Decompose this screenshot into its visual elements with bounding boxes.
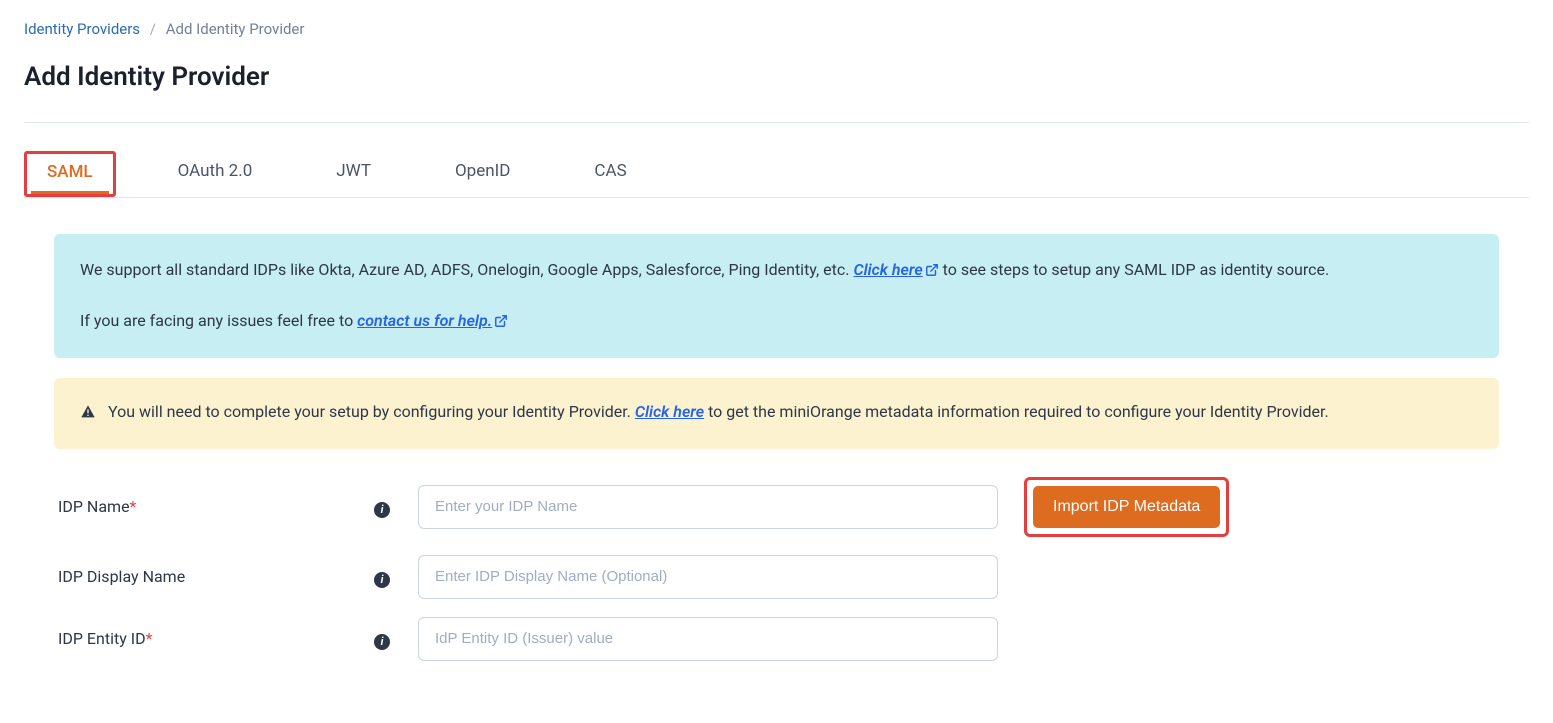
- required-indicator: *: [146, 629, 153, 648]
- idp-name-label: IDP Name*: [54, 497, 374, 516]
- idp-entity-id-label: IDP Entity ID*: [54, 629, 374, 648]
- info-icon[interactable]: i: [374, 634, 390, 650]
- external-link-icon: [925, 258, 939, 285]
- info-text-1-post: to see steps to setup any SAML IDP as id…: [939, 260, 1330, 279]
- tab-oauth[interactable]: OAuth 2.0: [156, 151, 275, 197]
- action-col: Import IDP Metadata: [1024, 477, 1229, 537]
- warning-icon: [80, 398, 96, 428]
- tab-cas[interactable]: CAS: [572, 151, 648, 197]
- tab-jwt[interactable]: JWT: [314, 151, 393, 197]
- warning-link-click-here[interactable]: Click here: [635, 402, 704, 421]
- form-row-idp-entity-id: IDP Entity ID* i: [54, 617, 1499, 661]
- content-area: We support all standard IDPs like Okta, …: [24, 198, 1529, 661]
- info-icon-col: i: [374, 496, 418, 518]
- breadcrumb: Identity Providers / Add Identity Provid…: [24, 20, 1529, 38]
- info-text-1-pre: We support all standard IDPs like Okta, …: [80, 260, 853, 279]
- import-btn-highlight: Import IDP Metadata: [1024, 477, 1229, 537]
- idp-display-name-input[interactable]: [418, 555, 998, 599]
- info-link-contact-us[interactable]: contact us for help.: [357, 311, 508, 330]
- tab-saml[interactable]: SAML: [27, 154, 113, 194]
- tab-openid[interactable]: OpenID: [433, 151, 532, 197]
- breadcrumb-current: Add Identity Provider: [166, 20, 305, 38]
- info-icon[interactable]: i: [374, 572, 390, 588]
- info-box: We support all standard IDPs like Okta, …: [54, 234, 1499, 358]
- form-row-idp-display-name: IDP Display Name i: [54, 555, 1499, 599]
- breadcrumb-root-link[interactable]: Identity Providers: [24, 20, 140, 38]
- form-row-idp-name: IDP Name* i Import IDP Metadata: [54, 477, 1499, 537]
- warning-box: You will need to complete your setup by …: [54, 378, 1499, 448]
- warning-text-pre: You will need to complete your setup by …: [108, 402, 635, 421]
- tab-saml-highlight: SAML: [24, 151, 116, 197]
- idp-display-name-label: IDP Display Name: [54, 567, 374, 586]
- tabs-container: SAML OAuth 2.0 JWT OpenID CAS: [24, 123, 1529, 198]
- breadcrumb-separator: /: [150, 20, 156, 38]
- page-title: Add Identity Provider: [24, 62, 1529, 92]
- idp-name-input[interactable]: [418, 485, 998, 529]
- info-link-click-here[interactable]: Click here: [853, 260, 938, 279]
- warning-text-post: to get the miniOrange metadata informati…: [704, 402, 1329, 421]
- import-idp-metadata-button[interactable]: Import IDP Metadata: [1033, 486, 1220, 528]
- idp-entity-id-input[interactable]: [418, 617, 998, 661]
- info-text-2-pre: If you are facing any issues feel free t…: [80, 311, 357, 330]
- info-icon-col: i: [374, 566, 418, 588]
- info-icon[interactable]: i: [374, 502, 390, 518]
- required-indicator: *: [130, 497, 137, 516]
- external-link-icon: [494, 309, 508, 336]
- info-icon-col: i: [374, 628, 418, 650]
